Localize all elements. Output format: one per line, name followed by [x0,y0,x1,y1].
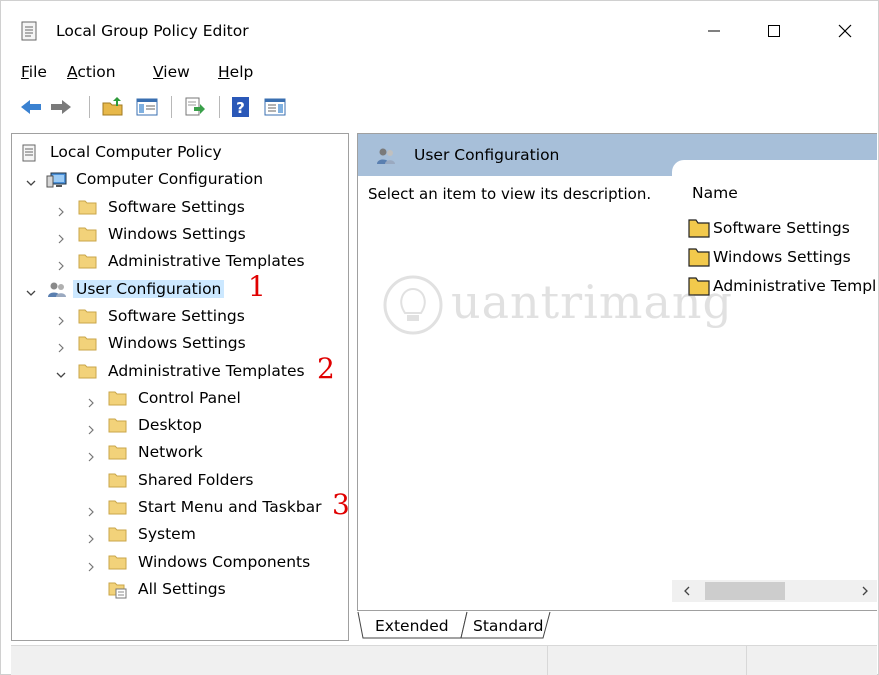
up-folder-icon[interactable] [101,95,125,119]
export-list-icon[interactable] [183,95,207,119]
menu-action[interactable]: Action [67,63,116,81]
annotation-number-1: 1 [248,270,266,303]
tree-node-network[interactable]: Network [108,440,206,464]
maximize-button[interactable] [751,11,797,51]
policy-icon [20,144,39,162]
chevron-down-icon[interactable] [26,174,36,186]
chevron-right-icon[interactable] [86,503,96,517]
app-window: Local Group Policy Editor File Action Vi… [0,0,879,675]
tree-node-cc-software-settings[interactable]: Software Settings [78,195,248,219]
back-icon[interactable] [19,95,43,119]
tree-node-system[interactable]: System [108,522,199,546]
folder-icon [108,499,127,515]
menu-view[interactable]: View [153,63,190,81]
horizontal-scrollbar[interactable] [672,580,877,602]
chevron-down-icon[interactable] [26,284,36,296]
chevron-right-icon[interactable] [56,257,66,271]
folder-icon [108,444,127,460]
folder-icon [108,417,127,433]
computer-icon [46,171,67,188]
tree-node-control-panel[interactable]: Control Panel [108,386,244,410]
tree-node-start-menu-and-taskbar[interactable]: Start Menu and Taskbar [108,495,325,519]
users-icon [46,281,66,297]
chevron-right-icon[interactable] [56,339,66,353]
minimize-button[interactable] [691,11,737,51]
filter-options-icon[interactable] [263,95,287,119]
view-tabs: Extended Standard [357,611,877,641]
chevron-down-icon[interactable] [56,366,66,378]
tree-node-shared-folders[interactable]: Shared Folders [108,468,256,492]
toolbar: ? [1,89,878,127]
forward-icon[interactable] [49,95,73,119]
chevron-right-icon[interactable] [86,558,96,572]
policy-editor-icon [21,21,38,41]
toolbar-separator [171,96,172,118]
toolbar-separator [219,96,220,118]
folder-icon [78,199,97,215]
tree-node-uc-administrative-templates[interactable]: Administrative Templates [78,359,308,383]
help-icon[interactable]: ? [229,95,253,119]
title-bar: Local Group Policy Editor [1,1,878,59]
folder-icon [108,526,127,542]
chevron-right-icon[interactable] [86,530,96,544]
menu-bar: File Action View Help [1,59,878,87]
tab-extended[interactable]: Extended [375,613,449,639]
details-pane: User Configuration Select an item to vie… [357,133,877,611]
users-icon [374,146,398,166]
tree-node-desktop[interactable]: Desktop [108,413,205,437]
chevron-right-icon[interactable] [56,230,66,244]
tree-node-cc-windows-settings[interactable]: Windows Settings [78,222,249,246]
status-separator [547,646,548,675]
list-item[interactable]: Windows Settings [688,245,851,269]
chevron-right-icon[interactable] [86,448,96,462]
chevron-right-icon[interactable] [86,421,96,435]
tree-node-windows-components[interactable]: Windows Components [108,550,313,574]
folder-icon [688,247,710,267]
toolbar-separator [89,96,90,118]
tree-node-local-computer-policy[interactable]: Local Computer Policy [20,140,225,164]
tree-pane[interactable]: Local Computer Policy Computer Configura… [11,133,349,641]
chevron-right-icon[interactable] [86,394,96,408]
menu-file[interactable]: File [21,63,47,81]
tree-node-uc-software-settings[interactable]: Software Settings [78,304,248,328]
tree-node-uc-windows-settings[interactable]: Windows Settings [78,331,249,355]
list-item[interactable]: Administrative Templ [688,274,876,298]
folder-icon [108,554,127,570]
scroll-right-icon[interactable] [858,584,872,598]
chevron-right-icon[interactable] [56,203,66,217]
tab-standard[interactable]: Standard [473,613,544,639]
svg-text:?: ? [236,99,245,117]
list-item[interactable]: Software Settings [688,216,850,240]
tree-node-cc-administrative-templates[interactable]: Administrative Templates [78,249,308,273]
folder-icon [108,472,127,488]
scroll-left-icon[interactable] [680,584,694,598]
description-text: Select an item to view its description. [368,185,652,203]
annotation-number-3: 3 [332,488,349,521]
folder-icon [78,335,97,351]
tree-node-computer-configuration[interactable]: Computer Configuration [46,167,266,191]
chevron-right-icon[interactable] [56,312,66,326]
window-title: Local Group Policy Editor [56,22,249,40]
folder-icon [108,390,127,406]
show-hide-tree-icon[interactable] [135,95,159,119]
tree-node-all-settings[interactable]: All Settings [108,577,229,601]
tree-node-user-configuration[interactable]: User Configuration [46,277,225,301]
status-separator [746,646,747,675]
column-header-name[interactable]: Name [692,184,738,202]
all-settings-icon [108,581,127,599]
status-bar [11,645,877,675]
folder-icon [78,253,97,269]
menu-help[interactable]: Help [218,63,253,81]
details-header-title: User Configuration [414,146,560,164]
annotation-number-2: 2 [317,352,335,385]
folder-icon [78,226,97,242]
folder-icon [78,363,97,379]
close-button[interactable] [822,11,868,51]
folder-icon [688,276,710,296]
folder-icon [688,218,710,238]
folder-icon [78,308,97,324]
scroll-thumb[interactable] [705,582,785,600]
